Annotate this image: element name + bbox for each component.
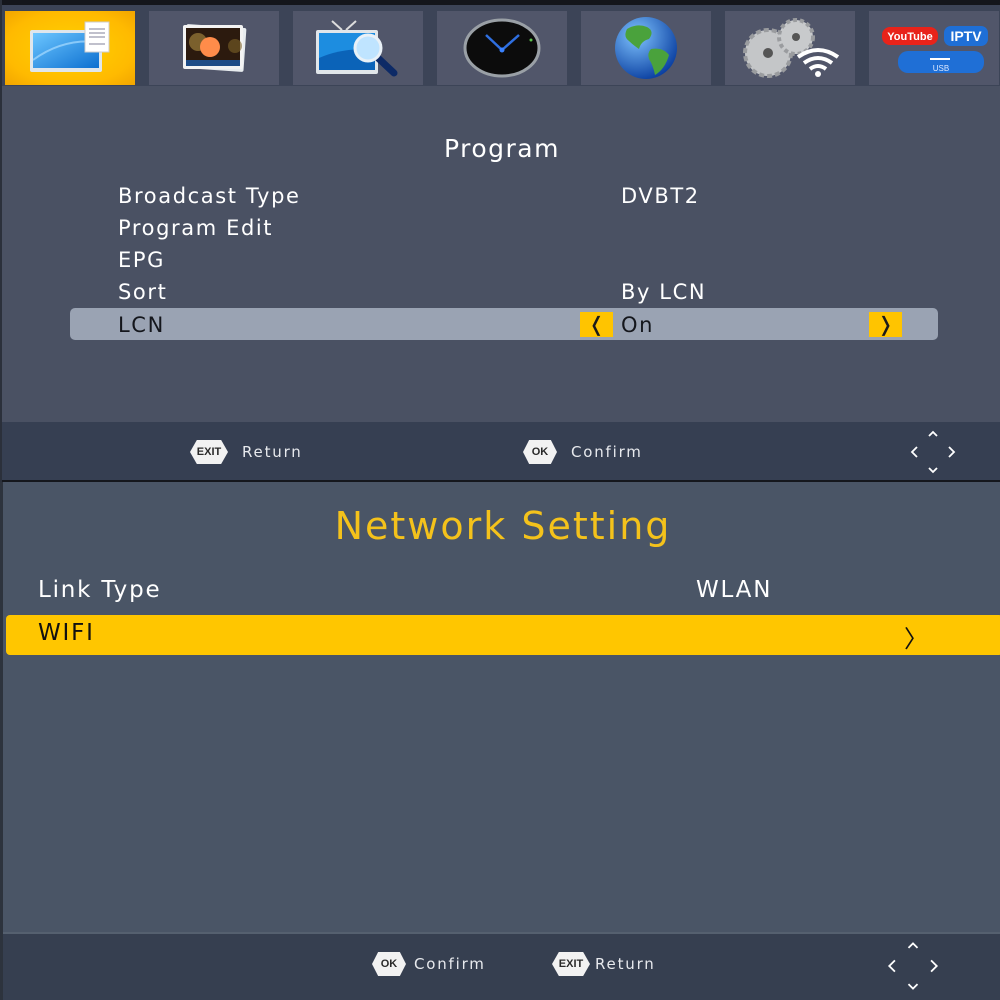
menu-tile-picture[interactable] — [149, 11, 279, 85]
usb-badge-text: USB — [933, 64, 949, 73]
menu-tile-channel-search[interactable] — [293, 11, 423, 85]
return-label: Return — [595, 955, 656, 973]
menu-item-epg[interactable]: EPG — [70, 246, 938, 278]
page-title: Network Setting — [334, 504, 672, 548]
chevron-right-icon[interactable]: ❭ — [869, 312, 902, 337]
exit-key-icon: EXIT — [190, 440, 228, 464]
menu-item-label: EPG — [118, 248, 166, 272]
menu-item-program-edit[interactable]: Program Edit — [70, 214, 938, 246]
ok-key-icon: OK — [523, 440, 557, 464]
menu-item-label: LCN — [118, 313, 165, 337]
dpad-navigation-icon — [887, 942, 939, 990]
dpad-navigation-icon — [910, 430, 956, 474]
media-apps-icon: YouTube IPTV USB — [882, 26, 988, 73]
menu-item-value: WLAN — [696, 577, 773, 603]
program-icon — [30, 21, 110, 72]
menu-item-sort[interactable]: Sort By LCN — [70, 278, 938, 310]
menu-item-label: Program Edit — [118, 216, 274, 240]
return-label: Return — [242, 443, 303, 461]
menu-item-wifi[interactable]: WIFI 〉 — [6, 615, 1000, 655]
menu-tile-media-apps[interactable]: YouTube IPTV USB — [869, 11, 999, 85]
return-hint[interactable]: EXIT Return — [190, 440, 303, 464]
settings-wifi-icon — [743, 18, 840, 78]
clock-icon — [463, 18, 541, 78]
menu-tile-globe[interactable] — [581, 11, 711, 85]
confirm-label: Confirm — [571, 443, 643, 461]
menu-item-value: DVBT2 — [621, 184, 700, 208]
program-menu-screen: YouTube IPTV USB Program Broadcast Type … — [0, 0, 1000, 482]
chevron-left-icon[interactable]: ❬ — [580, 312, 613, 337]
globe-icon — [615, 17, 677, 79]
channel-search-icon — [316, 20, 398, 77]
confirm-hint[interactable]: OK Confirm — [372, 952, 486, 976]
network-setting-screen: Network Setting Link Type WLAN WIFI 〉 OK… — [0, 482, 1000, 1000]
menu-item-broadcast-type[interactable]: Broadcast Type DVBT2 — [70, 182, 938, 214]
menu-item-label: Sort — [118, 280, 168, 304]
menu-item-label: WIFI — [38, 620, 95, 646]
exit-key-icon: EXIT — [552, 952, 590, 976]
iptv-badge-text: IPTV — [950, 28, 982, 44]
menu-tile-program[interactable] — [5, 11, 135, 85]
ok-key-icon: OK — [372, 952, 406, 976]
key-hint-bar: OK Confirm EXIT Return — [3, 932, 1000, 1000]
picture-icon — [183, 24, 247, 72]
menu-item-label: Link Type — [38, 577, 162, 603]
chevron-right-icon: 〉 — [904, 625, 928, 653]
menu-tile-system-setting[interactable] — [725, 11, 855, 85]
menu-item-lcn[interactable]: LCN ❬ On ❭ — [70, 308, 938, 340]
menu-tile-time[interactable] — [437, 11, 567, 85]
key-hint-bar: EXIT Return OK Confirm — [2, 422, 1000, 482]
menu-item-value: By LCN — [621, 280, 707, 304]
return-hint[interactable]: EXIT Return — [552, 952, 656, 976]
menu-item-label: Broadcast Type — [118, 184, 301, 208]
page-title: Program — [444, 134, 560, 163]
confirm-hint[interactable]: OK Confirm — [523, 440, 643, 464]
menu-item-link-type[interactable]: Link Type WLAN — [6, 572, 1000, 612]
confirm-label: Confirm — [414, 955, 486, 973]
menu-item-value: On — [621, 313, 655, 337]
youtube-badge-text: YouTube — [887, 31, 932, 43]
main-menu-icon-bar: YouTube IPTV USB — [2, 0, 1000, 86]
